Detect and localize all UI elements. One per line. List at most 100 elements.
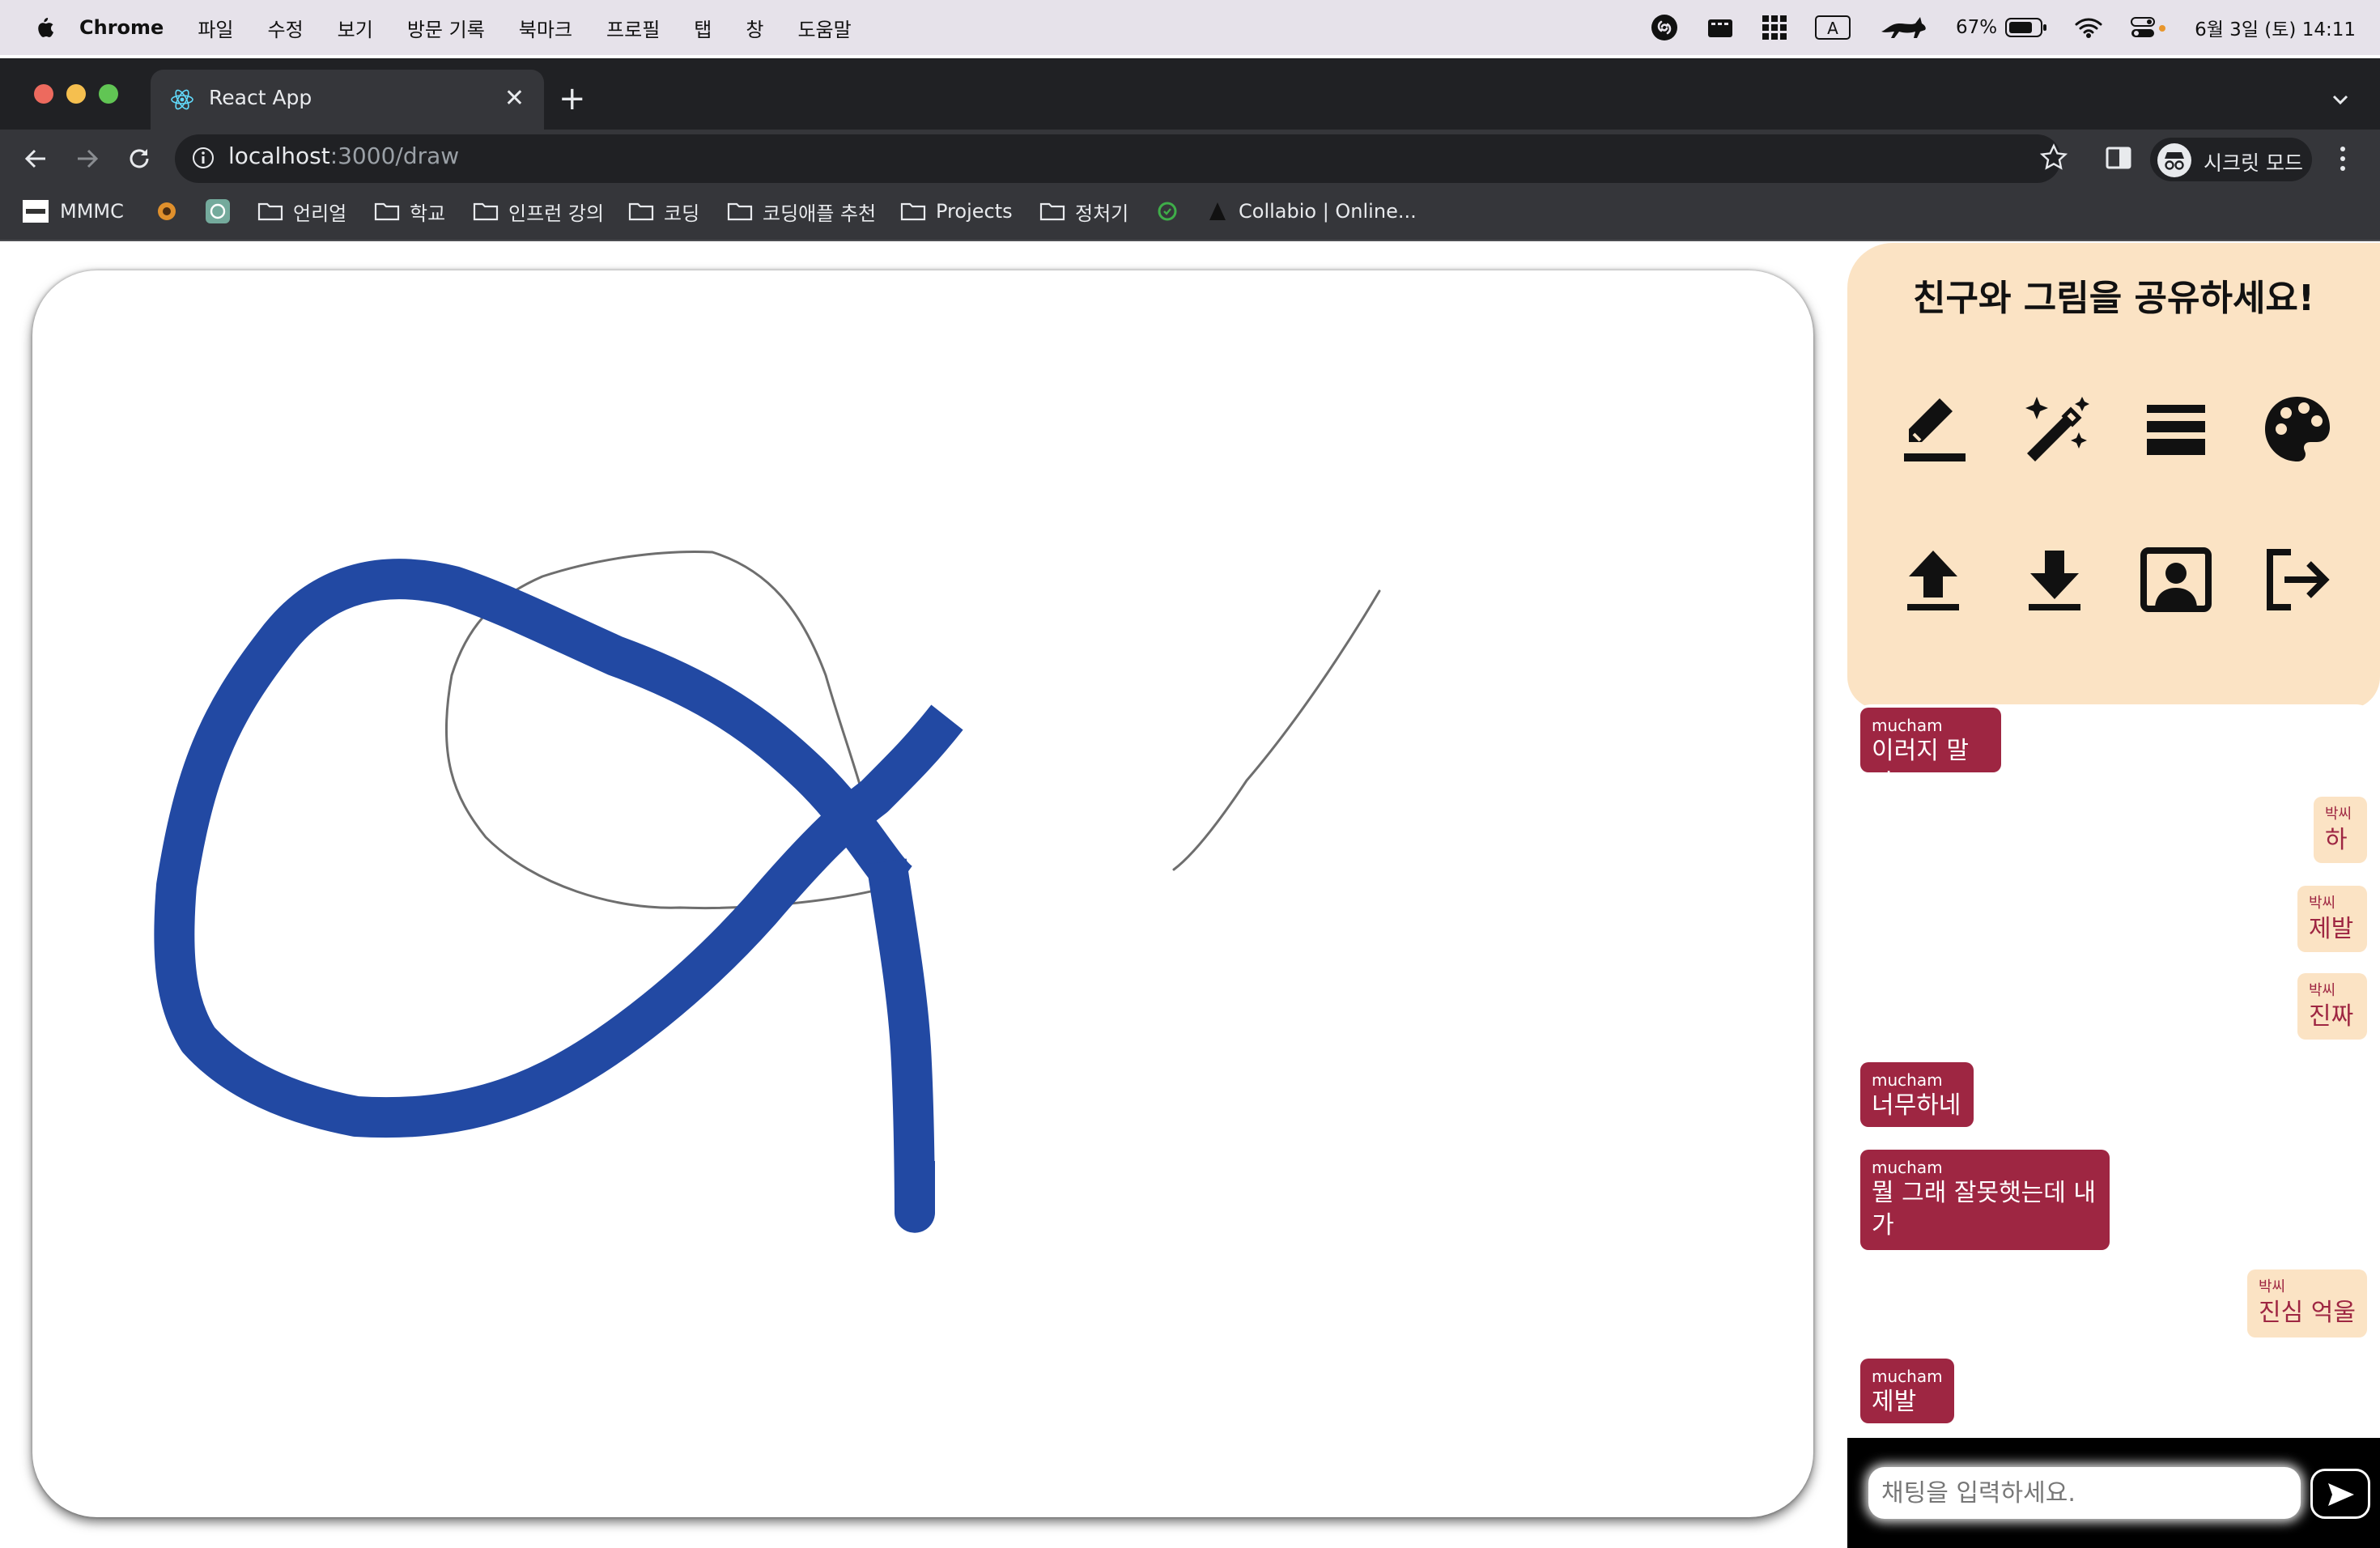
input-source-icon[interactable]: A bbox=[1814, 15, 1851, 40]
bookmark-folder-inflearn[interactable]: 인프런 강의 bbox=[473, 195, 604, 228]
bookmark-label: 코딩애플 추천 bbox=[763, 202, 877, 225]
menu-edit[interactable]: 수정 bbox=[267, 14, 303, 42]
react-logo-icon bbox=[171, 89, 193, 110]
menubar-datetime[interactable]: 6월 3일 (토) 14:11 bbox=[2195, 14, 2356, 41]
chat-sender: 박씨 bbox=[2309, 982, 2336, 999]
window-close-button[interactable] bbox=[34, 84, 53, 104]
apple-logo-icon[interactable] bbox=[32, 15, 55, 40]
shazam-icon[interactable] bbox=[1650, 13, 1679, 42]
pencil-icon[interactable] bbox=[1893, 389, 1974, 470]
chat-message-mine: mucham 제발 bbox=[1860, 1359, 1954, 1423]
thick-stroke-loop bbox=[154, 559, 963, 1138]
bookmark-mmmc[interactable]: MMMC bbox=[23, 195, 124, 228]
clapper-icon[interactable] bbox=[1706, 16, 1734, 39]
macos-menubar: Chrome 파일 수정 보기 방문 기록 북마크 프로필 탭 창 도움말 A … bbox=[0, 0, 2380, 55]
bookmark-folder-codingapple[interactable]: 코딩애플 추천 bbox=[727, 195, 876, 228]
folder-icon bbox=[628, 202, 654, 221]
download-icon[interactable] bbox=[2014, 539, 2095, 620]
menu-file[interactable]: 파일 bbox=[198, 14, 233, 42]
window-zoom-button[interactable] bbox=[99, 84, 118, 104]
runcat-icon[interactable] bbox=[1878, 14, 1928, 41]
logout-icon[interactable] bbox=[2257, 539, 2338, 620]
incognito-badge[interactable]: 시크릿 모드 bbox=[2150, 138, 2312, 181]
thick-stroke-tail bbox=[866, 858, 935, 1233]
chatgpt-icon bbox=[206, 199, 230, 223]
bookmark-folder-jeongcheogi[interactable]: 정처기 bbox=[1039, 195, 1128, 228]
back-arrow-icon[interactable] bbox=[21, 144, 50, 173]
menu-bookmarks[interactable]: 북마크 bbox=[519, 14, 572, 42]
thin-stroke-diagonal bbox=[1172, 589, 1381, 871]
send-icon bbox=[2328, 1483, 2354, 1506]
url-text[interactable]: localhost:3000/draw bbox=[228, 142, 459, 169]
menu-window[interactable]: 창 bbox=[746, 14, 763, 42]
battery-icon[interactable] bbox=[2005, 17, 2047, 38]
chrome-menu-kebab-icon[interactable] bbox=[2333, 142, 2352, 175]
bookmark-folder-unreal[interactable]: 언리얼 bbox=[257, 195, 346, 228]
chat-text: 제발 bbox=[2309, 915, 2354, 943]
reload-icon[interactable] bbox=[125, 144, 154, 173]
chat-messages[interactable]: mucham 이러지 말자 박씨 하 박씨 제발 박씨 진짜 mucham 너무… bbox=[1847, 704, 2380, 1441]
bookmark-label: 언리얼 bbox=[293, 202, 347, 225]
chat-message-mine: mucham 이러지 말자 bbox=[1860, 708, 2001, 797]
bookmark-star-icon[interactable] bbox=[2038, 142, 2069, 173]
menu-view[interactable]: 보기 bbox=[338, 14, 373, 42]
control-center-icon[interactable] bbox=[2130, 15, 2167, 40]
folder-icon bbox=[900, 202, 926, 221]
chat-message-other: 박씨 하 bbox=[2314, 797, 2367, 863]
upload-icon[interactable] bbox=[1893, 539, 1974, 620]
bookmark-folder-coding[interactable]: 코딩 bbox=[628, 195, 699, 228]
chat-text: 진짜 bbox=[2309, 1002, 2354, 1031]
chat-sender: mucham bbox=[1872, 716, 1943, 735]
chat-text: 너무하네 bbox=[1872, 1091, 1961, 1120]
drawing-canvas[interactable] bbox=[32, 270, 1813, 1517]
menu-help[interactable]: 도움말 bbox=[797, 14, 851, 42]
bookmark-green-favicon[interactable] bbox=[1156, 195, 1179, 228]
svg-text:A: A bbox=[1827, 19, 1838, 38]
menu-history[interactable]: 방문 기록 bbox=[407, 14, 485, 42]
chat-text: 하 bbox=[2325, 826, 2348, 854]
chat-text: 진심 억울 bbox=[2259, 1299, 2356, 1327]
window-minimize-button[interactable] bbox=[66, 84, 86, 104]
menu-tab[interactable]: 탭 bbox=[694, 14, 712, 42]
drawing-strokes bbox=[154, 550, 1381, 1233]
incognito-label: 시크릿 모드 bbox=[2204, 151, 2303, 175]
chat-message-mine: mucham 뭘 그래 잘못햇는데 내가 bbox=[1860, 1150, 2110, 1250]
chat-text: 이러지 말자 bbox=[1872, 737, 1969, 797]
folder-icon bbox=[473, 202, 499, 221]
magic-wand-icon[interactable] bbox=[2014, 389, 2095, 470]
bookmark-folder-school[interactable]: 학교 bbox=[374, 195, 445, 228]
send-button[interactable] bbox=[2310, 1469, 2370, 1519]
bookmarks-bar bbox=[0, 191, 2380, 241]
tab-react-app[interactable]: React App ✕ bbox=[151, 70, 544, 130]
wifi-icon[interactable] bbox=[2075, 16, 2102, 39]
bookmark-chatgpt[interactable] bbox=[206, 195, 230, 228]
user-card-icon[interactable] bbox=[2136, 539, 2216, 620]
chat-text: 제발 bbox=[1872, 1388, 1917, 1416]
bookmark-folder-projects[interactable]: Projects bbox=[900, 195, 1013, 228]
chat-sender: mucham bbox=[1872, 1070, 1943, 1090]
menu-profile[interactable]: 프로필 bbox=[606, 14, 660, 42]
chat-sender: mucham bbox=[1872, 1158, 1943, 1177]
new-tab-button[interactable]: + bbox=[559, 81, 586, 117]
bookmark-collabio[interactable]: Collabio | Online... bbox=[1208, 195, 1417, 228]
chat-input[interactable] bbox=[1868, 1467, 2301, 1519]
grid-apps-icon[interactable] bbox=[1762, 15, 1787, 40]
tab-search-chevron-icon[interactable] bbox=[2328, 87, 2352, 112]
forward-arrow-icon[interactable] bbox=[73, 144, 102, 173]
tab-close-icon[interactable]: ✕ bbox=[504, 84, 525, 113]
site-info-icon[interactable] bbox=[191, 146, 215, 170]
bookmark-favicon-orange[interactable] bbox=[155, 195, 178, 228]
thick-stroke-tail-end bbox=[895, 1161, 935, 1213]
bookmark-label: Collabio | Online... bbox=[1239, 200, 1417, 223]
bookmark-label: MMMC bbox=[60, 200, 124, 223]
url-host: localhost bbox=[228, 142, 330, 169]
url-path: :3000/draw bbox=[329, 142, 460, 169]
line-width-icon[interactable] bbox=[2136, 389, 2216, 470]
chat-sender: 박씨 bbox=[2259, 1278, 2286, 1295]
green-circle-icon bbox=[1158, 202, 1177, 221]
bookmark-label: Projects bbox=[936, 200, 1013, 223]
menu-chrome[interactable]: Chrome bbox=[79, 16, 164, 39]
palette-icon[interactable] bbox=[2257, 389, 2338, 470]
chat-sender: mucham bbox=[1872, 1367, 1943, 1386]
side-panel-icon[interactable] bbox=[2105, 144, 2132, 172]
